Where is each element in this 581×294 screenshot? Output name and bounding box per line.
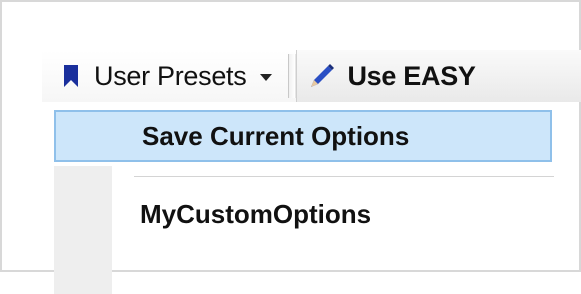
- menu-divider: [134, 176, 554, 177]
- pencil-icon: [311, 64, 335, 87]
- menu-item-label: Save Current Options: [142, 120, 410, 151]
- user-presets-dropdown[interactable]: User Presets: [42, 50, 280, 102]
- use-easy-label: Use EASY: [347, 60, 476, 91]
- presets-window: User Presets Use EASY Save Current Optio…: [0, 0, 581, 294]
- menu-item-label: MyCustomOptions: [140, 198, 372, 229]
- toolbar: User Presets Use EASY: [42, 50, 581, 102]
- menu-item-my-custom-options[interactable]: MyCustomOptions: [140, 192, 371, 236]
- chevron-down-icon: [260, 74, 273, 81]
- user-presets-label: User Presets: [94, 60, 247, 91]
- menu-item-save-current-options[interactable]: Save Current Options: [54, 110, 552, 162]
- menu-icon-gutter: [54, 166, 112, 294]
- bookmark-icon: [64, 65, 78, 87]
- use-easy-button[interactable]: Use EASY: [296, 50, 581, 102]
- presets-menu: Save Current Options MyCustomOptions: [54, 110, 581, 294]
- toolbar-separator: [288, 54, 297, 98]
